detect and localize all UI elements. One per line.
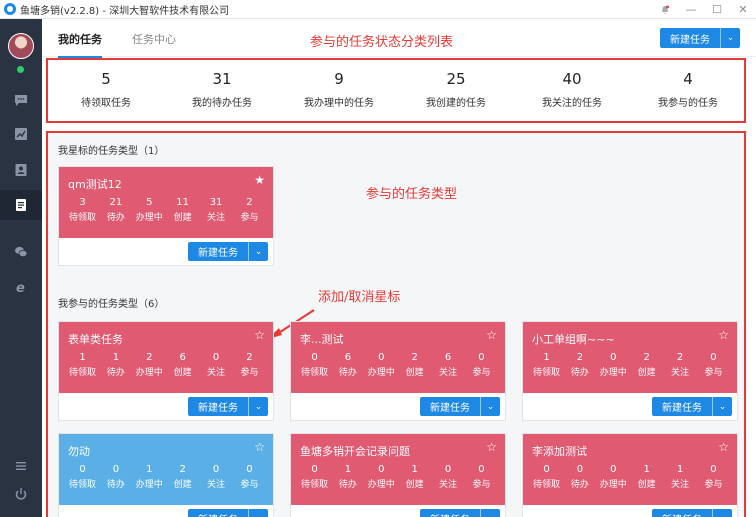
chevron-down-icon[interactable]: ⌄ — [248, 242, 268, 261]
app-logo-icon — [4, 3, 16, 15]
wechat-icon[interactable] — [0, 237, 42, 267]
tab-bar: 我的任务 任务中心 参与的任务状态分类列表 新建任务 ⌄ — [42, 19, 756, 58]
card-new-task-button[interactable]: 新建任务⌄ — [652, 509, 732, 517]
chart-icon[interactable] — [0, 119, 42, 149]
star-outline-icon[interactable]: ☆ — [718, 328, 729, 342]
card-new-task-button[interactable]: 新建任务⌄ — [420, 397, 500, 416]
notification-bell-icon[interactable] — [652, 0, 678, 19]
task-type-card[interactable]: 李...测试 ☆ 0 待领取 6 待办 0 办理中 2 创建 6 关注 0 参与 新建任务 ⌄ — [290, 321, 506, 421]
left-sidebar: e — [0, 19, 42, 517]
tab-task-center[interactable]: 任务中心 — [132, 31, 176, 47]
card-name: 勿动 — [68, 445, 90, 458]
stat-followed[interactable]: 40 我关注的任务 — [514, 70, 630, 109]
star-outline-icon[interactable]: ☆ — [486, 328, 497, 342]
annotation-stats: 参与的任务状态分类列表 — [310, 35, 454, 50]
card-new-task-button[interactable]: 新建任务⌄ — [188, 397, 268, 416]
card-name: 李添加测试 — [532, 445, 587, 458]
task-type-card[interactable]: 勿动 ☆ 0待领取 0待办 1办理中 2创建 0关注 0参与 新建任务⌄ — [58, 433, 274, 517]
close-button[interactable]: ✕ — [730, 0, 756, 19]
title-bar: 鱼塘多销(v2.2.8) - 深圳大智软件技术有限公司 — ☐ ✕ — [0, 0, 756, 19]
stat-in-progress[interactable]: 9 我办理中的任务 — [281, 70, 397, 109]
card-new-task-button[interactable]: 新建任务 ⌄ — [188, 242, 268, 261]
stat-created[interactable]: 25 我创建的任务 — [398, 70, 514, 109]
task-type-card[interactable]: 小工单组啊~~~ ☆ 1 待领取 2 待办 0 办理中 2 创建 2 关注 0 参与 新建任… — [522, 321, 738, 421]
task-type-card[interactable]: 鱼塘多销开会记录问题 ☆ 0待领取 1待办 0办理中 1创建 0关注 0参与 新… — [290, 433, 506, 517]
tab-my-tasks[interactable]: 我的任务 — [58, 31, 102, 58]
minimize-button[interactable]: — — [678, 0, 704, 19]
card-counts: 3 待领取 21 待办 5 办理中 11 创建 31 关注 2 参与 — [68, 197, 259, 223]
chevron-down-icon[interactable]: ⌄ — [248, 509, 268, 517]
star-outline-icon[interactable]: ☆ — [486, 440, 497, 454]
power-icon[interactable] — [0, 479, 42, 509]
menu-icon[interactable] — [0, 451, 42, 481]
stat-to-claim[interactable]: 5 待领取任务 — [48, 70, 164, 109]
task-type-card[interactable]: qm测试12 ★ 3 待领取 21 待办 5 办理中 11 创建 31 关注 2 参与 新建… — [58, 166, 274, 266]
star-filled-icon[interactable]: ★ — [254, 173, 265, 187]
chevron-down-icon[interactable]: ⌄ — [720, 28, 740, 48]
card-name: 李...测试 — [300, 333, 344, 346]
participating-section-title: 我参与的任务类型（6） — [58, 299, 165, 310]
task-icon[interactable] — [0, 190, 42, 220]
window-title: 鱼塘多销(v2.2.8) - 深圳大智软件技术有限公司 — [20, 5, 230, 17]
card-new-task-button[interactable]: 新建任务⌄ — [652, 397, 732, 416]
card-name: 小工单组啊~~~ — [532, 333, 615, 346]
chat-icon[interactable] — [0, 85, 42, 115]
star-outline-icon[interactable]: ☆ — [254, 440, 265, 454]
chevron-down-icon[interactable]: ⌄ — [712, 397, 732, 416]
main-panel: 我的任务 任务中心 参与的任务状态分类列表 新建任务 ⌄ 5 待领取任务 31 … — [42, 19, 756, 517]
annotation-types: 参与的任务类型 — [366, 187, 458, 202]
browser-icon[interactable]: e — [0, 272, 42, 302]
task-status-summary: 5 待领取任务 31 我的待办任务 9 我办理中的任务 25 我创建的任务 40… — [46, 58, 746, 123]
card-new-task-button[interactable]: 新建任务⌄ — [188, 509, 268, 517]
chevron-down-icon[interactable]: ⌄ — [480, 509, 500, 517]
starred-section-title: 我星标的任务类型（1） — [58, 146, 165, 157]
chevron-down-icon[interactable]: ⌄ — [712, 509, 732, 517]
svg-text:e: e — [16, 281, 25, 294]
chevron-down-icon[interactable]: ⌄ — [480, 397, 500, 416]
card-name: 鱼塘多销开会记录问题 — [300, 445, 410, 458]
stat-participated[interactable]: 4 我参与的任务 — [630, 70, 746, 109]
annotation-star: 添加/取消星标 — [318, 290, 401, 305]
card-name: 表单类任务 — [68, 333, 123, 346]
task-types-panel: 我星标的任务类型（1） 参与的任务类型 qm测试12 ★ 3 待领取 21 待办 5… — [46, 131, 746, 517]
star-outline-icon[interactable]: ☆ — [254, 328, 265, 342]
task-type-card[interactable]: 李添加测试 ☆ 0待领取 0待办 0办理中 1创建 1关注 0参与 新建任务⌄ — [522, 433, 738, 517]
maximize-button[interactable]: ☐ — [704, 0, 730, 19]
card-new-task-button[interactable]: 新建任务⌄ — [420, 509, 500, 517]
card-name: qm测试12 — [68, 178, 122, 191]
task-type-card[interactable]: 表单类任务 ☆ 1 待领取 1 待办 2 办理中 6 创建 0 关注 2 参与 新建任务 ⌄ — [58, 321, 274, 421]
chevron-down-icon[interactable]: ⌄ — [248, 397, 268, 416]
stat-my-todo[interactable]: 31 我的待办任务 — [164, 70, 280, 109]
online-status-dot — [17, 66, 24, 73]
contact-icon[interactable] — [0, 155, 42, 185]
avatar[interactable] — [8, 33, 34, 59]
star-outline-icon[interactable]: ☆ — [718, 440, 729, 454]
new-task-button[interactable]: 新建任务 ⌄ — [660, 28, 740, 48]
